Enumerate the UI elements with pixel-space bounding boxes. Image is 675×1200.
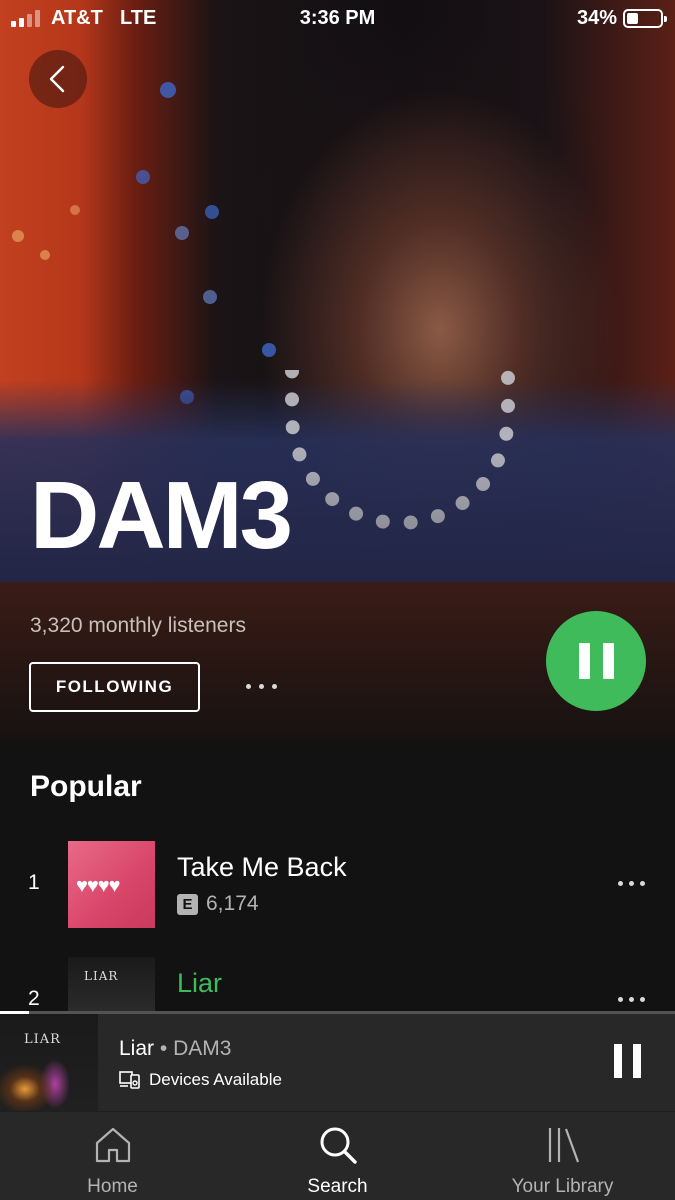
bokeh-dot [175, 226, 189, 240]
status-bar: AT&T LTE 3:36 PM 34% [0, 0, 675, 38]
title-separator: • [159, 1037, 168, 1060]
artwork-text: LIAR [84, 969, 119, 983]
back-button[interactable] [29, 50, 87, 108]
play-pause-button[interactable] [546, 611, 646, 711]
devices-icon [119, 1071, 140, 1089]
now-playing-track: Liar [119, 1037, 155, 1060]
more-horizontal-icon[interactable] [618, 881, 645, 886]
track-title: Liar [177, 968, 223, 998]
playback-progress [0, 1011, 675, 1014]
chevron-left-icon [49, 65, 65, 93]
now-playing-bar[interactable]: LIAR Liar • DAM3 Devices Available [0, 1011, 675, 1111]
status-time: 3:36 PM [299, 7, 376, 29]
now-playing-title: Liar • DAM3 [119, 1037, 231, 1061]
explicit-badge: E [177, 893, 198, 915]
track-index: 1 [28, 871, 40, 894]
battery-icon [623, 9, 667, 28]
bokeh-dot [70, 205, 80, 215]
bokeh-dot [160, 82, 176, 98]
battery-percent: 34% [576, 7, 617, 29]
tab-label: Your Library [511, 1176, 614, 1197]
search-icon [320, 1127, 357, 1164]
track-artwork: ♥♥♥♥ [68, 841, 155, 928]
artist-info-section: 3,320 monthly listeners FOLLOWING [0, 582, 675, 742]
bokeh-dot [40, 250, 50, 260]
broken-hearts-art: ♥♥♥♥ [76, 875, 120, 897]
devices-label: Devices Available [149, 1070, 282, 1089]
tab-your-library[interactable]: Your Library [450, 1112, 675, 1200]
pause-button[interactable] [614, 1044, 641, 1078]
now-playing-artwork: LIAR [0, 1014, 98, 1111]
more-horizontal-icon[interactable] [618, 997, 645, 1002]
monthly-listeners: 3,320 monthly listeners [30, 614, 246, 637]
bottom-tab-bar: Home Search Your Library [0, 1111, 675, 1200]
bokeh-dot [262, 343, 276, 357]
bokeh-dot [12, 230, 24, 242]
home-icon [95, 1127, 130, 1163]
following-button[interactable]: FOLLOWING [29, 662, 200, 712]
track-index: 2 [28, 987, 40, 1010]
track-plays: 6,174 [206, 892, 259, 915]
more-horizontal-icon[interactable] [246, 674, 286, 698]
tab-label: Home [87, 1176, 138, 1197]
devices-available[interactable]: Devices Available [119, 1070, 282, 1090]
section-title-popular: Popular [30, 770, 142, 803]
library-icon [548, 1128, 579, 1163]
track-meta: E 6,174 [177, 892, 259, 916]
artist-name: DAM3 [30, 462, 293, 569]
track-title: Take Me Back [177, 852, 347, 882]
artwork-text: LIAR [24, 1032, 61, 1047]
bokeh-dot [205, 205, 219, 219]
bokeh-dot [203, 290, 217, 304]
tab-home[interactable]: Home [0, 1112, 225, 1200]
tab-search[interactable]: Search [225, 1112, 450, 1200]
pause-icon [614, 1044, 622, 1078]
now-playing-artist: DAM3 [173, 1037, 232, 1060]
track-row[interactable]: 1 ♥♥♥♥ Take Me Back E 6,174 [0, 841, 675, 931]
tab-label: Search [307, 1176, 368, 1197]
pause-icon [578, 643, 590, 679]
bokeh-dot [136, 170, 150, 184]
